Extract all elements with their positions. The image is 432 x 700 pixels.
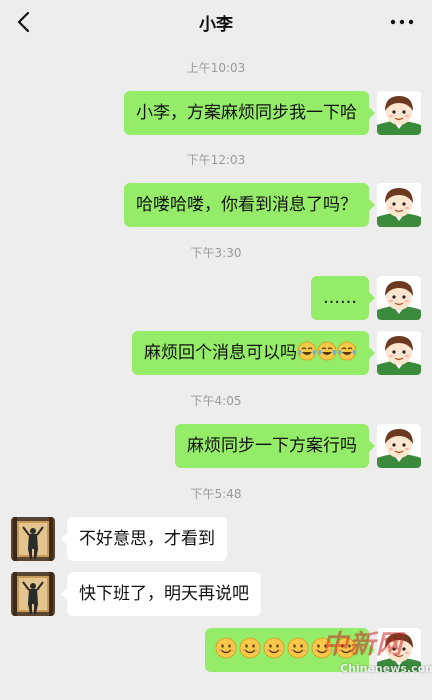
more-dots-icon[interactable] (388, 10, 416, 34)
message-bubble-sent[interactable]: …… (311, 276, 375, 320)
message-bubble-sent[interactable]: 哈喽哈喽，你看到消息了吗？ (124, 183, 375, 227)
crying-laughing-emoji (297, 341, 317, 361)
chinanews-watermark: 中新网 Chinanews.com (322, 624, 432, 680)
timestamp: 下午4:05 (190, 394, 242, 408)
contact-avatar[interactable] (11, 517, 55, 561)
message-bubble-received[interactable]: 快下班了，明天再说吧 (61, 572, 261, 616)
timestamp: 下午3:30 (190, 246, 242, 260)
message-bubble-sent[interactable]: 麻烦回个消息可以吗 (132, 331, 375, 375)
smiley-emoji (215, 637, 237, 659)
crying-laughing-emoji (337, 341, 357, 361)
timestamp: 下午5:48 (190, 487, 242, 501)
smiley-emoji (287, 637, 309, 659)
watermark-subtext: Chinanews.com (340, 662, 432, 675)
message-bubble-sent[interactable]: 麻烦同步一下方案行吗 (175, 424, 375, 468)
smiley-emoji (263, 637, 285, 659)
my-avatar[interactable] (377, 424, 421, 468)
contact-avatar[interactable] (11, 572, 55, 616)
message-bubble-received[interactable]: 不好意思，才看到 (61, 517, 227, 561)
my-avatar[interactable] (377, 331, 421, 375)
message-bubble-sent[interactable]: 小李，方案麻烦同步我一下哈 (124, 91, 375, 135)
chat-header: 小李 (0, 0, 432, 44)
my-avatar[interactable] (377, 183, 421, 227)
watermark-logo: 中新网 (322, 630, 404, 660)
chat-title: 小李 (199, 15, 233, 35)
crying-laughing-emoji (317, 341, 337, 361)
my-avatar[interactable] (377, 276, 421, 320)
my-avatar[interactable] (377, 91, 421, 135)
message-text: 麻烦回个消息可以吗 (144, 343, 297, 363)
timestamp: 上午10:03 (186, 61, 246, 75)
timestamp: 下午12:03 (186, 153, 246, 167)
smiley-emoji (239, 637, 261, 659)
